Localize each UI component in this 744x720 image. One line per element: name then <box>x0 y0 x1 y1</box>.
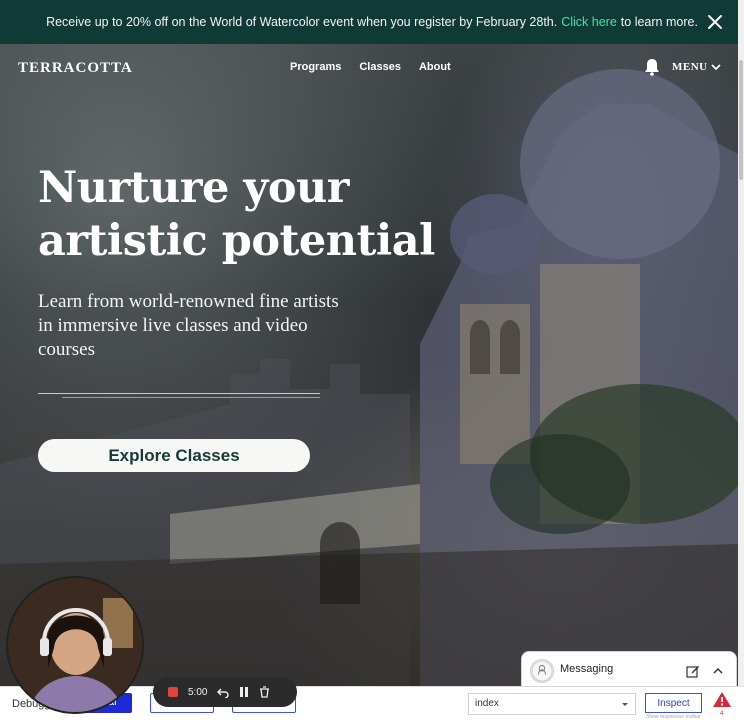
bell-icon[interactable] <box>644 58 660 76</box>
trash-icon[interactable] <box>259 686 270 698</box>
undo-icon[interactable] <box>217 686 230 698</box>
page-select[interactable]: index <box>468 693 636 715</box>
warning-count: 4 <box>720 711 724 717</box>
messaging-widget[interactable]: Messaging <box>521 651 737 687</box>
nav-item-programs[interactable]: Programs <box>290 61 341 73</box>
messaging-avatar <box>530 659 554 683</box>
screen-recorder-controls: 5:00 <box>153 677 297 707</box>
promo-text: Receive up to 20% off on the World of Wa… <box>46 15 698 29</box>
promo-message: Receive up to 20% off on the World of Wa… <box>46 15 558 29</box>
caret-down-icon <box>622 703 628 706</box>
messaging-title: Messaging <box>560 663 614 675</box>
scrollbar-thumb[interactable] <box>739 60 743 180</box>
headline-line-2: artistic potential <box>38 216 435 266</box>
promo-link[interactable]: Click here <box>561 15 617 29</box>
inspect-button[interactable]: Inspect <box>645 693 702 713</box>
compose-icon[interactable] <box>686 664 700 678</box>
close-icon[interactable] <box>704 11 726 33</box>
chevron-down-icon <box>711 64 721 71</box>
warning-icon[interactable] <box>712 691 732 709</box>
explore-classes-button[interactable]: Explore Classes <box>38 439 310 472</box>
responsive-toolbar-note: Show responsive toolbar <box>646 714 701 720</box>
chevron-up-icon[interactable] <box>712 665 724 677</box>
pause-icon[interactable] <box>239 686 249 698</box>
divider-line <box>38 393 320 394</box>
stop-recording-icon[interactable] <box>168 687 178 697</box>
brand-logo[interactable]: TERRACOTTA <box>18 60 133 77</box>
menu-label: MENU <box>672 61 708 73</box>
recording-timer: 5:00 <box>188 686 208 698</box>
hero-subhead: Learn from world-renowned fine artists i… <box>38 291 339 360</box>
divider-line-secondary <box>62 397 320 398</box>
menu-button[interactable]: MENU <box>672 61 721 73</box>
hero-headline: Nurture your artistic potential <box>38 162 478 268</box>
headline-line-1: Nurture your <box>38 163 349 213</box>
nav-item-classes[interactable]: Classes <box>359 61 401 73</box>
nav-item-about[interactable]: About <box>419 61 451 73</box>
webcam-bubble[interactable] <box>6 576 144 714</box>
promo-suffix: to learn more. <box>620 15 698 29</box>
main-nav: Programs Classes About <box>290 61 451 73</box>
page-scrollbar[interactable] <box>738 0 744 686</box>
promo-banner: Receive up to 20% off on the World of Wa… <box>0 0 744 44</box>
presenter-video <box>8 578 142 712</box>
page-select-value: index <box>475 698 499 709</box>
